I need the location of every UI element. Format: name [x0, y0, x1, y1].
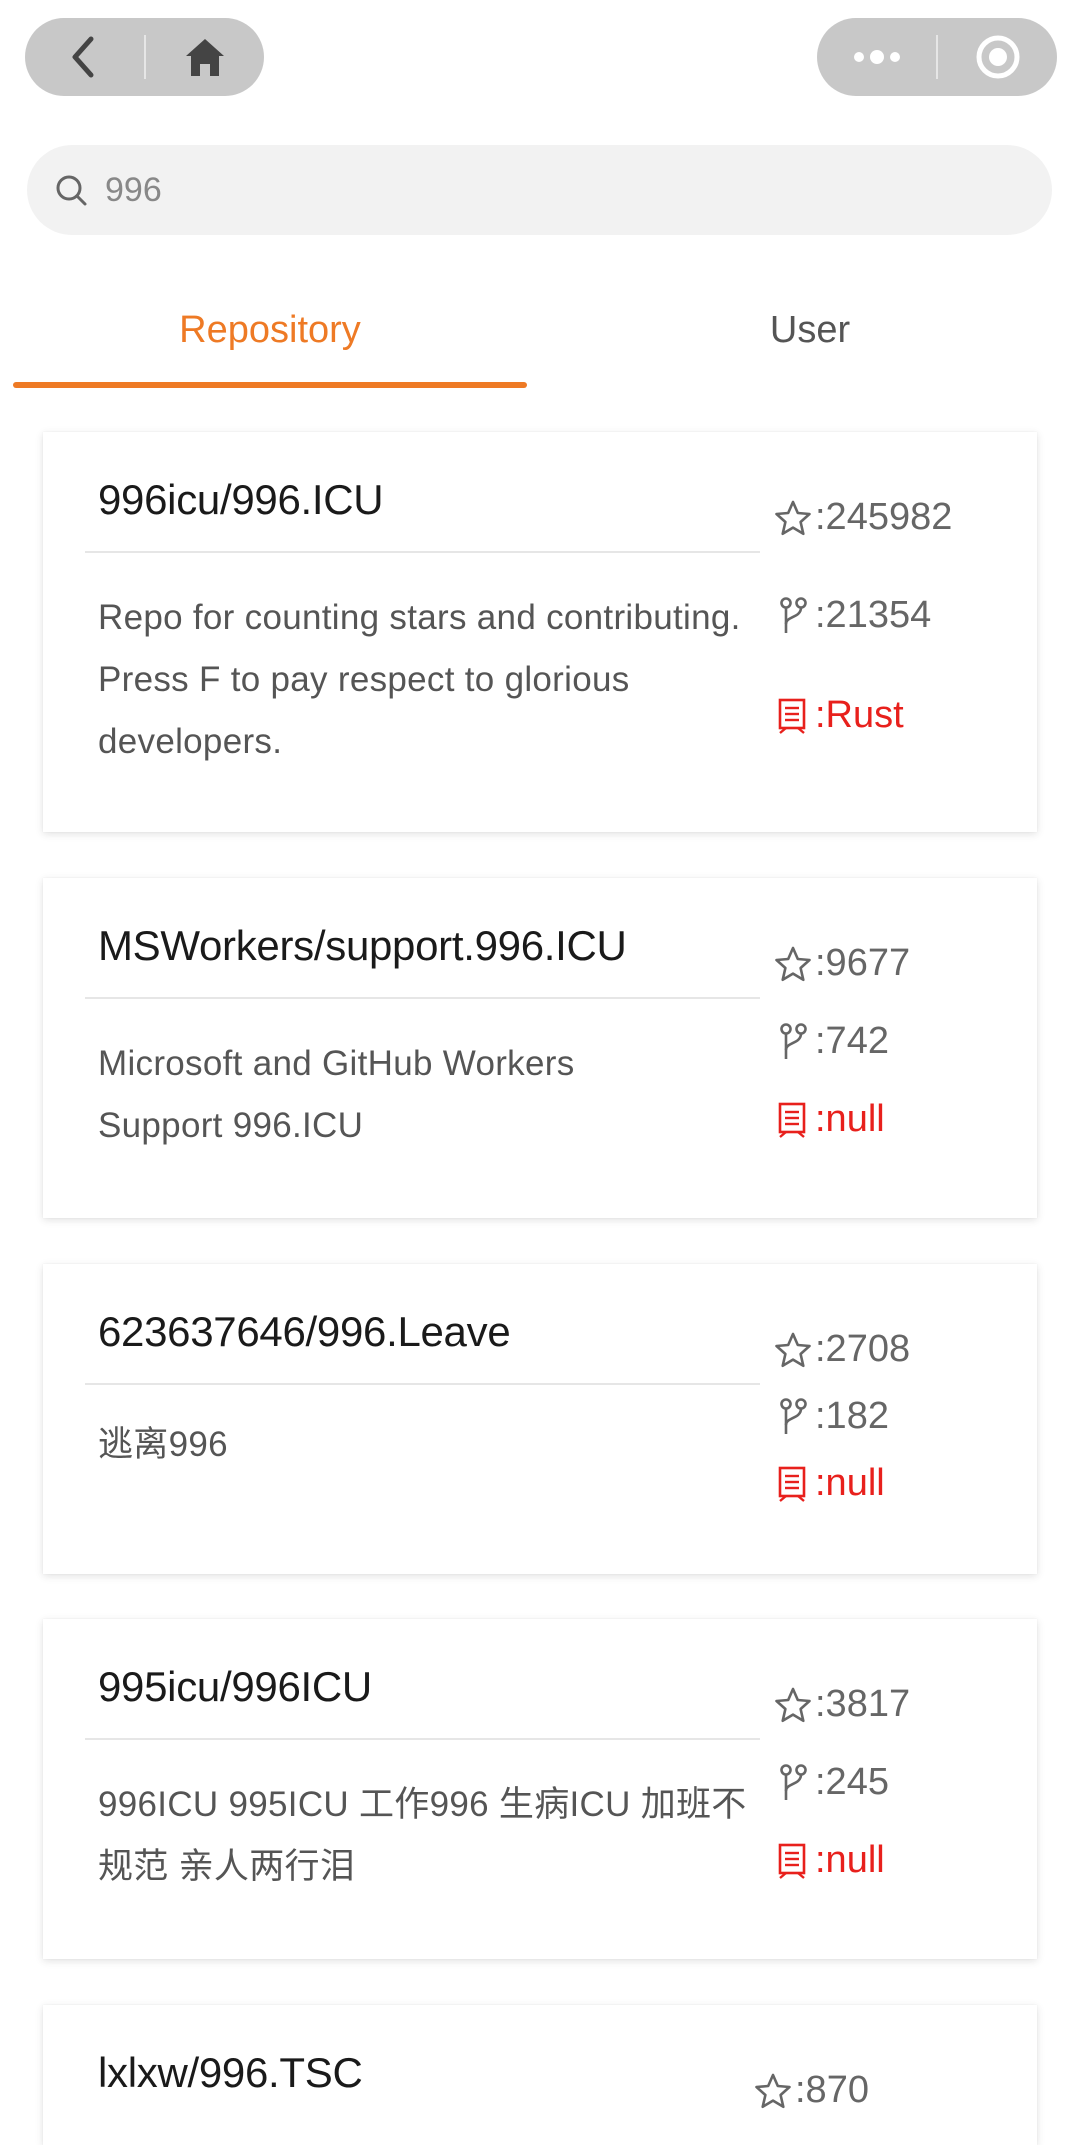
star-count: :9677	[773, 942, 910, 985]
repo-name[interactable]: MSWorkers/support.996.ICU	[98, 922, 627, 970]
book-icon	[773, 696, 813, 736]
tab-repository[interactable]: Repository	[13, 270, 527, 390]
search-bar[interactable]	[27, 145, 1052, 235]
repo-card[interactable]: 623637646/996.Leave 逃离996 :2708 :182 :nu…	[43, 1264, 1037, 1574]
star-count: :3817	[773, 1683, 910, 1726]
fork-value: :245	[815, 1761, 889, 1803]
language-value: :null	[815, 1839, 885, 1881]
fork-value: :21354	[815, 594, 932, 636]
star-count: :245982	[773, 496, 952, 539]
repo-name[interactable]: lxlxw/996.TSC	[98, 2049, 363, 2097]
fork-value: :182	[815, 1395, 889, 1437]
language-label: :null	[773, 1839, 885, 1882]
book-icon	[773, 1464, 813, 1504]
active-tab-indicator	[13, 382, 527, 388]
book-icon	[773, 1841, 813, 1881]
star-value: :9677	[815, 942, 911, 984]
fork-icon	[773, 1022, 813, 1062]
record-target-icon	[976, 35, 1019, 79]
star-count: :2708	[773, 1328, 910, 1371]
search-input[interactable]	[103, 169, 1007, 211]
home-button[interactable]	[146, 18, 265, 96]
book-icon	[773, 1100, 813, 1140]
nav-capsule-left	[25, 18, 264, 96]
star-value: :245982	[815, 496, 953, 538]
star-icon	[773, 1330, 813, 1370]
back-button[interactable]	[25, 18, 144, 96]
repo-description: Repo for counting stars and contributing…	[98, 598, 741, 761]
fork-count: :742	[773, 1020, 889, 1063]
star-value: :870	[795, 2069, 869, 2111]
fork-icon	[773, 1397, 813, 1437]
star-icon	[773, 944, 813, 984]
repo-card[interactable]: 996icu/996.ICU Repo for counting stars a…	[43, 432, 1037, 832]
language-label: :null	[773, 1098, 885, 1141]
tab-user[interactable]: User	[540, 270, 1080, 390]
more-button[interactable]	[817, 18, 936, 96]
fork-count: :245	[773, 1761, 889, 1804]
repo-description: 996ICU 995ICU 工作996 生病ICU 加班不规范 亲人两行泪	[98, 1785, 747, 1886]
home-icon	[185, 39, 224, 76]
repo-card[interactable]: 995icu/996ICU 996ICU 995ICU 工作996 生病ICU …	[43, 1619, 1037, 1959]
language-label: :null	[773, 1462, 885, 1505]
language-value: :Rust	[815, 694, 904, 736]
close-app-button[interactable]	[938, 18, 1057, 96]
star-icon	[753, 2071, 793, 2111]
language-value: :null	[815, 1462, 885, 1504]
star-icon	[773, 498, 813, 538]
fork-count: :21354	[773, 594, 931, 637]
repo-description: Microsoft and GitHub Workers Support 996…	[98, 1044, 575, 1145]
fork-count: :182	[773, 1395, 889, 1438]
repo-name[interactable]: 623637646/996.Leave	[98, 1308, 511, 1356]
tab-bar: Repository User	[0, 270, 1080, 390]
repo-name[interactable]: 996icu/996.ICU	[98, 476, 384, 524]
star-value: :3817	[815, 1683, 911, 1725]
repo-card[interactable]: MSWorkers/support.996.ICU Microsoft and …	[43, 878, 1037, 1218]
divider	[85, 551, 760, 553]
language-label: :Rust	[773, 694, 904, 737]
search-icon	[53, 172, 89, 208]
divider	[85, 1738, 760, 1740]
star-value: :2708	[815, 1328, 911, 1370]
language-value: :null	[815, 1098, 885, 1140]
fork-icon	[773, 1763, 813, 1803]
fork-value: :742	[815, 1020, 889, 1062]
nav-capsule-right	[817, 18, 1057, 96]
divider	[85, 997, 760, 999]
star-icon	[773, 1685, 813, 1725]
repo-name[interactable]: 995icu/996ICU	[98, 1663, 372, 1711]
chevron-left-icon	[72, 36, 94, 78]
more-dots-icon	[853, 50, 900, 64]
divider	[85, 1383, 760, 1385]
fork-icon	[773, 596, 813, 636]
repo-card[interactable]: lxlxw/996.TSC :870	[43, 2005, 1037, 2145]
repo-description: 逃离996	[98, 1425, 228, 1464]
star-count: :870	[753, 2069, 869, 2112]
